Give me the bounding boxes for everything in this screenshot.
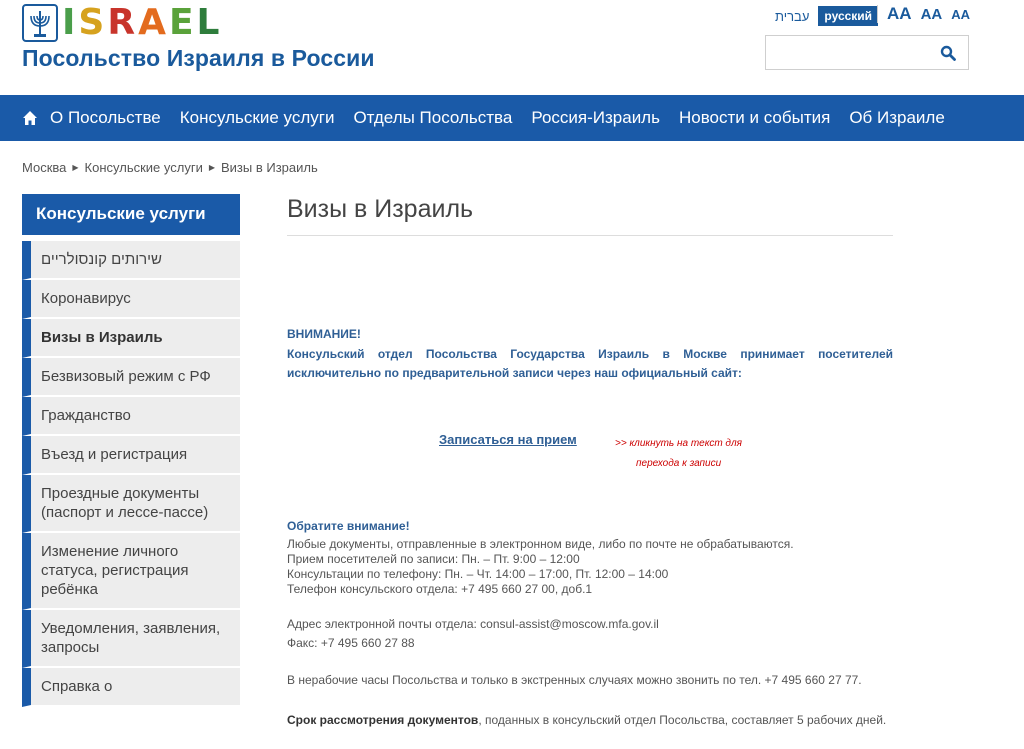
appointment-signup-link[interactable]: Записаться на прием	[439, 432, 577, 447]
note-line: Прием посетителей по записи: Пн. – Пт. 9…	[287, 552, 580, 566]
nav-item-news-events[interactable]: Новости и события	[679, 108, 830, 128]
sidebar-item-citizenship[interactable]: Гражданство	[22, 397, 240, 436]
sidebar-item-visa-free[interactable]: Безвизовый режим с РФ	[22, 358, 240, 397]
attention-heading: ВНИМАНИЕ!	[287, 327, 361, 341]
state-emblem-icon[interactable]	[22, 4, 58, 42]
logo-letter: R	[107, 2, 136, 43]
search-input[interactable]	[766, 36, 931, 69]
nav-item-about-embassy[interactable]: О Посольстве	[50, 108, 161, 128]
click-hint-text: >> кликнуть на текст для	[615, 438, 742, 449]
sidebar-item-certificate[interactable]: Справка о	[22, 668, 240, 707]
language-switcher: עברית русский	[769, 6, 879, 26]
page-title: Визы в Израиль	[287, 195, 474, 223]
font-size-medium-button[interactable]: AA	[921, 6, 943, 24]
breadcrumb-item-moscow[interactable]: Москва	[22, 160, 66, 175]
chevron-right-icon: ▶	[208, 163, 215, 172]
nav-item-consular-services[interactable]: Консульские услуги	[180, 108, 335, 128]
sidebar-menu: שירותים קונסולריים Коронавирус Визы в Из…	[22, 241, 240, 707]
deadline-rest-text: , поданных в консульский отдел Посольств…	[478, 713, 887, 727]
font-size-controls: AA AA AA	[877, 5, 970, 23]
processing-deadline: Срок рассмотрения документов, поданных в…	[287, 711, 893, 730]
breadcrumb-item-current: Визы в Израиль	[221, 160, 318, 175]
click-hint-text: перехода к записи	[636, 458, 722, 469]
lang-hebrew-link[interactable]: עברית	[769, 7, 815, 26]
sidebar-item-notices[interactable]: Уведомления, заявления, запросы	[22, 610, 240, 668]
search-box	[765, 35, 969, 70]
search-icon[interactable]	[940, 45, 956, 61]
nav-item-departments[interactable]: Отделы Посольства	[353, 108, 512, 128]
logo-letter: I	[62, 2, 76, 43]
attention-body: Консульский отдел Посольства Государства…	[287, 347, 893, 380]
sidebar-item-coronavirus[interactable]: Коронавирус	[22, 280, 240, 319]
breadcrumb-item-consular[interactable]: Консульские услуги	[85, 160, 203, 175]
chevron-right-icon: ▶	[72, 163, 79, 172]
site-header: I S R A E L Посольство Израиля в России …	[0, 0, 1024, 95]
lang-russian-link[interactable]: русский	[818, 6, 879, 26]
logo-letter: A	[138, 2, 166, 43]
sidebar-title[interactable]: Консульские услуги	[22, 194, 240, 235]
sidebar-item-hebrew-consular[interactable]: שירותים קונסולריים	[22, 241, 240, 280]
logo-letter: S	[78, 2, 105, 43]
note-line: Любые документы, отправленные в электрон…	[287, 537, 794, 551]
note-heading: Обратите внимание!	[287, 519, 410, 533]
breadcrumb: Москва ▶ Консульские услуги ▶ Визы в Изр…	[22, 160, 318, 175]
nav-item-russia-israel[interactable]: Россия-Израиль	[531, 108, 660, 128]
israel-logo[interactable]: I S R A E L	[62, 4, 220, 42]
main-navigation: О Посольстве Консульские услуги Отделы П…	[0, 95, 1024, 141]
note-line-email: Адрес электронной почты отдела: consul-a…	[287, 617, 659, 631]
deadline-bold-text: Срок рассмотрения документов	[287, 713, 479, 727]
sidebar-item-entry-registration[interactable]: Въезд и регистрация	[22, 436, 240, 475]
sidebar-item-travel-documents[interactable]: Проездные документы (паспорт и лессе-пас…	[22, 475, 240, 533]
sidebar-item-visas[interactable]: Визы в Израиль	[22, 319, 240, 358]
note-line: Консультации по телефону: Пн. – Чт. 14:0…	[287, 567, 669, 581]
note-line: Телефон консульского отдела: +7 495 660 …	[287, 582, 593, 596]
note-line-fax: Факс: +7 495 660 27 88	[287, 636, 415, 650]
nav-item-about-israel[interactable]: Об Израиле	[849, 108, 944, 128]
logo-letter: L	[196, 2, 220, 43]
font-size-small-button[interactable]: AA	[951, 6, 970, 24]
logo-letter: E	[168, 2, 194, 43]
home-icon[interactable]	[22, 110, 38, 126]
note-line-emergency: В нерабочие часы Посольства и только в э…	[287, 673, 862, 687]
site-title[interactable]: Посольство Израиля в России	[22, 45, 375, 72]
title-divider	[287, 235, 893, 236]
font-size-large-button[interactable]: AA	[887, 5, 912, 23]
sidebar-item-personal-status[interactable]: Изменение личного статуса, регистрация р…	[22, 533, 240, 610]
